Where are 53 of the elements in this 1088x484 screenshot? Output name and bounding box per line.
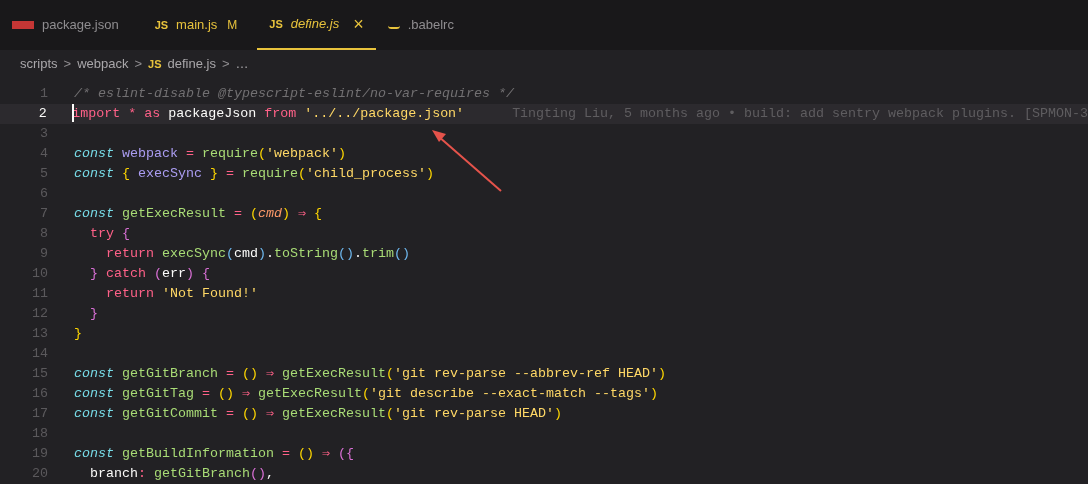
code-line: }: [89, 305, 98, 323]
line-number: 16: [31, 385, 48, 403]
js-icon: JS: [269, 15, 283, 33]
line-number: 4: [39, 145, 48, 163]
editor-tab[interactable]: JS define.js ×: [257, 0, 376, 50]
code-line: const getExecResult = (cmd) ⇒ {: [74, 205, 322, 223]
breadcrumb-item[interactable]: webpack: [77, 54, 129, 74]
code-line: import * as packageJson from '../../package.json': [72, 105, 465, 123]
editor-tab[interactable]: JS main.js M: [142, 0, 250, 50]
line-number: 7: [39, 205, 48, 223]
line-number: 10: [31, 265, 48, 283]
breadcrumb-item[interactable]: JS define.js: [148, 54, 216, 74]
line-number: 3: [39, 125, 48, 143]
code-line: try {: [89, 225, 130, 243]
line-number: 15: [31, 365, 48, 383]
line-number: 17: [31, 405, 48, 423]
line-number: 9: [39, 245, 48, 263]
line-number: 20: [31, 465, 48, 483]
breadcrumb-item[interactable]: …: [235, 54, 249, 74]
modified-indicator: M: [227, 17, 238, 34]
breadcrumb-separator: >: [134, 55, 143, 74]
line-number: 2: [37, 105, 47, 123]
line-number: 5: [39, 165, 48, 183]
code-line: /* eslint-disable @typescript-eslint/no-var-requires */: [74, 85, 514, 103]
breadcrumb-item[interactable]: scripts: [20, 54, 58, 74]
code-line: const getGitTag = () ⇒ getExecResult('git describe --exact-match --tags'): [74, 385, 658, 403]
breadcrumb-separator: >: [221, 55, 230, 74]
code-line: }: [74, 325, 82, 343]
line-number: 14: [31, 345, 48, 363]
js-icon: JS: [148, 55, 162, 73]
code-line: branch: getGitBranch(),: [89, 465, 274, 483]
code-line: const getGitBranch = () ⇒ getExecResult('git rev-parse --abbrev-ref HEAD'): [74, 365, 666, 383]
breadcrumb-separator: >: [63, 55, 72, 74]
line-number: 8: [39, 225, 48, 243]
code-line: const { execSync } = require('child_process'): [74, 165, 434, 183]
code-line: } catch (err) {: [89, 265, 210, 283]
line-number: 6: [39, 185, 48, 203]
line-number: 12: [31, 305, 48, 323]
line-number: 1: [39, 85, 48, 103]
code-line: return 'Not Found!': [105, 285, 258, 303]
line-number: 11: [31, 285, 48, 303]
line-number: 13: [31, 325, 48, 343]
code-line: const webpack = require('webpack'): [74, 145, 346, 163]
close-icon[interactable]: ×: [353, 15, 364, 33]
code-line: return execSync(cmd).toString().trim(): [105, 245, 410, 263]
line-number: 18: [31, 425, 48, 443]
editor-tab[interactable]: package.json: [0, 0, 131, 50]
line-number: 19: [31, 445, 48, 463]
js-icon: JS: [154, 16, 169, 34]
code-line: const getBuildInformation = () ⇒ ({: [74, 445, 354, 463]
package-icon: [12, 21, 34, 29]
editor-tab[interactable]: .babelrc: [375, 0, 466, 50]
code-line: const getGitCommit = () ⇒ getExecResult('git rev-parse HEAD'): [74, 405, 562, 423]
